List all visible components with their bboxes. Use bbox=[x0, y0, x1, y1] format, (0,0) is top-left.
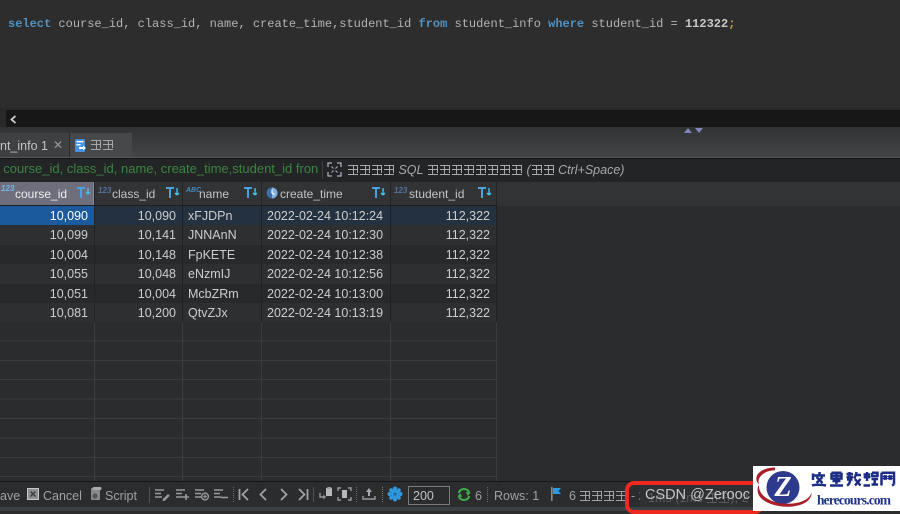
svg-text:herecours.com: herecours.com bbox=[817, 493, 892, 508]
svg-text:Z: Z bbox=[773, 472, 791, 503]
